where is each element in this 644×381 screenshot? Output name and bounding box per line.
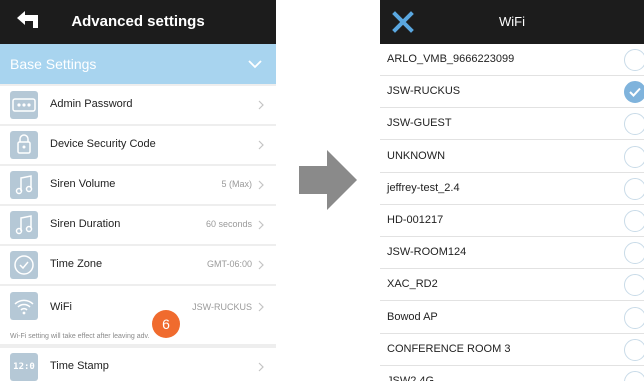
wifi-label: WiFi xyxy=(50,301,72,313)
device-security-code-label: Device Security Code xyxy=(50,138,156,150)
radio-unchecked-icon[interactable] xyxy=(624,177,644,200)
network-row[interactable]: jeffrey-test_2.4 xyxy=(380,172,644,205)
chevron-right-icon xyxy=(258,100,264,110)
base-settings-section[interactable]: Base Settings xyxy=(0,44,276,84)
advanced-settings-header: Advanced settings xyxy=(0,0,276,44)
siren-volume-label: Siren Volume xyxy=(50,178,116,190)
network-ssid: ARLO_VMB_9666223099 xyxy=(387,53,515,65)
time-zone-label: Time Zone xyxy=(50,258,103,270)
radio-unchecked-icon[interactable] xyxy=(624,242,644,265)
chevron-down-icon xyxy=(248,60,262,69)
network-row[interactable]: ARLO_VMB_9666223099 xyxy=(380,44,644,76)
siren-volume-row[interactable]: Siren Volume 5 (Max) xyxy=(0,166,276,204)
network-row[interactable]: JSW-ROOM124 xyxy=(380,237,644,270)
radio-unchecked-icon[interactable] xyxy=(624,371,644,381)
siren-duration-row[interactable]: Siren Duration 60 seconds xyxy=(0,206,276,244)
music-note-icon xyxy=(10,171,38,199)
wifi-value: JSW-RUCKUS xyxy=(192,302,252,312)
network-ssid: CONFERENCE ROOM 3 xyxy=(387,342,511,355)
network-ssid: JSW-RUCKUS xyxy=(387,85,461,98)
chevron-right-icon xyxy=(258,302,264,312)
radio-unchecked-icon[interactable] xyxy=(624,338,644,361)
siren-duration-label: Siren Duration xyxy=(50,218,121,230)
password-dots-icon xyxy=(10,91,38,119)
time-zone-row[interactable]: Time Zone GMT-06:00 xyxy=(0,246,276,284)
network-ssid: HD-001217 xyxy=(387,214,444,226)
chevron-right-icon xyxy=(258,220,264,230)
chevron-right-icon xyxy=(258,362,264,372)
network-row[interactable]: CONFERENCE ROOM 3 xyxy=(380,333,644,366)
time-stamp-row[interactable]: 12:0 Time Stamp xyxy=(0,348,276,381)
chevron-right-icon xyxy=(258,140,264,150)
network-ssid: jeffrey-test_2.4 xyxy=(387,181,460,194)
radio-unchecked-icon[interactable] xyxy=(624,113,644,136)
network-row[interactable]: JSW-RUCKUS xyxy=(380,76,644,109)
lock-icon xyxy=(10,131,38,159)
music-note-icon xyxy=(10,211,38,239)
admin-password-row[interactable]: Admin Password xyxy=(0,86,276,124)
time-stamp-label: Time Stamp xyxy=(50,360,109,372)
chevron-right-icon xyxy=(258,180,264,190)
wifi-header: WiFi xyxy=(380,0,644,44)
radio-unchecked-icon[interactable] xyxy=(624,306,644,329)
wifi-title: WiFi xyxy=(499,14,525,29)
advanced-settings-screen: Advanced settings Base Settings Admin Pa… xyxy=(0,0,276,381)
network-ssid: Bowod AP xyxy=(387,310,438,323)
network-row[interactable]: XAC_RD2 xyxy=(380,269,644,302)
network-ssid: XAC_RD2 xyxy=(387,278,438,291)
network-ssid: JSW-ROOM124 xyxy=(387,246,467,259)
wifi-note: Wi-Fi setting will take effect after lea… xyxy=(10,333,150,340)
network-row[interactable]: JSW-GUEST xyxy=(380,108,644,141)
admin-password-label: Admin Password xyxy=(50,98,133,110)
time-zone-value: GMT-06:00 xyxy=(206,259,252,269)
network-ssid: JSW2.4G xyxy=(387,375,435,381)
radio-unchecked-icon[interactable] xyxy=(624,145,644,168)
chevron-right-icon xyxy=(258,260,264,270)
network-ssid: JSW-GUEST xyxy=(387,117,452,130)
network-ssid: UNKNOWN xyxy=(387,149,446,162)
digital-clock-icon: 12:0 xyxy=(10,353,38,381)
wifi-screen: WiFi ARLO_VMB_9666223099 JSW-RUCKUS JSW-GU… xyxy=(380,0,644,381)
network-row[interactable]: HD-001217 xyxy=(380,205,644,237)
transition-arrow-icon xyxy=(299,150,357,210)
radio-unchecked-icon[interactable] xyxy=(624,274,644,297)
digital-clock-text: 12:0 xyxy=(13,362,35,372)
siren-duration-value: 60 seconds xyxy=(205,219,252,229)
radio-unchecked-icon[interactable] xyxy=(624,49,644,71)
network-row[interactable]: Bowod AP xyxy=(380,301,644,334)
page-title: Advanced settings xyxy=(71,13,205,30)
network-row[interactable]: JSW2.4G xyxy=(380,366,644,381)
clock-icon xyxy=(10,251,38,279)
radio-unchecked-icon[interactable] xyxy=(624,210,644,232)
network-row[interactable]: UNKNOWN xyxy=(380,140,644,173)
section-label: Base Settings xyxy=(10,56,97,72)
wifi-icon xyxy=(10,292,38,320)
siren-volume-value: 5 (Max) xyxy=(221,179,252,189)
device-security-code-row[interactable]: Device Security Code xyxy=(0,126,276,164)
radio-checked-icon[interactable] xyxy=(624,81,644,104)
step-badge: 6 xyxy=(152,310,180,338)
